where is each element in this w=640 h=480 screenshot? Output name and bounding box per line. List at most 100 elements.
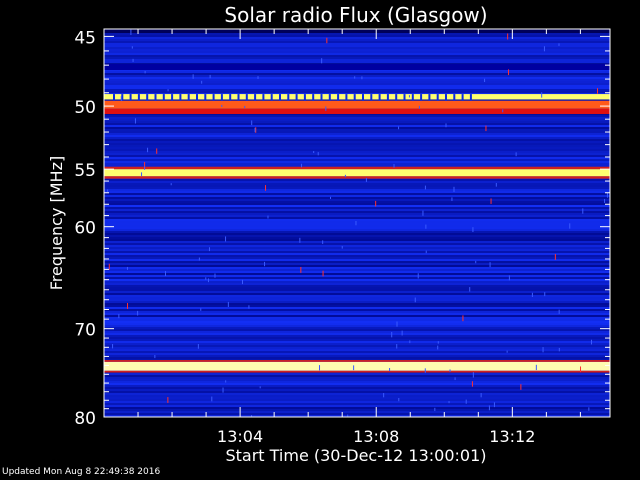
band-edge: [104, 166, 610, 170]
speckle: [414, 297, 416, 303]
stripe: [104, 337, 610, 339]
stripe: [104, 73, 610, 75]
speckle: [325, 106, 327, 111]
speckle: [535, 364, 537, 371]
stripe: [104, 353, 610, 355]
speckle: [200, 308, 202, 311]
stripe: [104, 71, 610, 73]
speckle: [445, 123, 447, 128]
speckle: [389, 367, 391, 372]
band-gap: [179, 94, 182, 101]
emission-band: [104, 100, 610, 109]
speckle: [207, 278, 209, 283]
stripe: [104, 33, 610, 35]
band-gap: [262, 94, 265, 101]
speckle: [341, 246, 343, 249]
speckle: [396, 344, 398, 349]
stripe: [104, 331, 610, 333]
stripe: [104, 199, 610, 201]
band-gap: [287, 94, 290, 101]
speckle: [597, 88, 599, 94]
speckle: [267, 215, 269, 219]
stripe: [104, 297, 610, 299]
stripe: [104, 357, 610, 359]
stripe: [104, 45, 610, 47]
speckle: [472, 372, 474, 378]
stripe: [104, 389, 610, 391]
stripe: [104, 257, 610, 259]
stripe: [104, 289, 610, 291]
stripe: [104, 41, 610, 43]
stripe: [104, 277, 610, 279]
speckle: [391, 331, 393, 338]
stripe: [104, 401, 610, 403]
band-gap: [420, 94, 423, 101]
emission-band: [104, 108, 610, 114]
stripe: [104, 279, 610, 281]
speckle: [300, 163, 302, 168]
stripe: [104, 43, 610, 45]
stripe-dark: [104, 64, 610, 70]
stripe: [104, 255, 610, 257]
updated-timestamp: Updated Mon Aug 8 22:49:38 2016: [2, 467, 161, 477]
stripe: [104, 207, 610, 209]
speckle: [322, 240, 324, 244]
stripe: [104, 285, 610, 287]
speckle: [520, 384, 522, 390]
speckle: [167, 397, 169, 403]
stripe: [104, 339, 610, 341]
speckle: [453, 186, 455, 192]
stripe: [104, 377, 610, 379]
speckle: [127, 303, 129, 309]
speckle: [582, 208, 584, 214]
speckle: [434, 407, 436, 412]
stripe: [104, 141, 610, 143]
stripe: [104, 245, 610, 247]
speckle: [424, 368, 426, 373]
speckle: [449, 369, 451, 372]
speckle: [313, 151, 315, 154]
speckle: [398, 398, 400, 402]
stripe: [104, 205, 610, 207]
speckle: [241, 279, 243, 285]
speckle: [170, 183, 172, 186]
stripe: [104, 399, 610, 401]
x-tick-label: 13:12: [489, 427, 535, 446]
band-gap: [345, 94, 348, 101]
stripe: [104, 241, 610, 243]
speckle: [554, 254, 556, 260]
band-gap: [229, 94, 232, 101]
stripe: [104, 243, 610, 245]
stripe: [104, 325, 610, 327]
stripe: [104, 49, 610, 51]
stripe: [104, 311, 610, 313]
stripe: [104, 217, 610, 219]
band-gap: [337, 94, 340, 101]
speckle: [396, 321, 398, 327]
stripe: [104, 299, 610, 301]
speckle: [156, 148, 158, 154]
band-gap: [469, 94, 472, 101]
speckle: [300, 266, 302, 273]
stripe: [104, 129, 610, 131]
band-gap: [436, 94, 439, 101]
speckle: [144, 166, 146, 170]
stripe: [104, 51, 610, 53]
speckle: [471, 381, 473, 387]
stripe-dark: [104, 29, 610, 33]
speckle: [259, 386, 261, 389]
stripe: [104, 115, 610, 117]
band-gap: [312, 94, 315, 101]
band-edge: [104, 360, 610, 362]
speckle: [118, 314, 120, 319]
band-gap: [220, 94, 223, 101]
band-gap: [328, 94, 331, 101]
band-gap: [162, 94, 165, 101]
band-gap: [353, 94, 356, 101]
speckle: [541, 92, 543, 98]
band-gap: [154, 94, 157, 101]
speckle: [531, 292, 533, 298]
speckle: [507, 33, 509, 40]
stripe: [104, 201, 610, 203]
band-edge: [104, 370, 610, 373]
